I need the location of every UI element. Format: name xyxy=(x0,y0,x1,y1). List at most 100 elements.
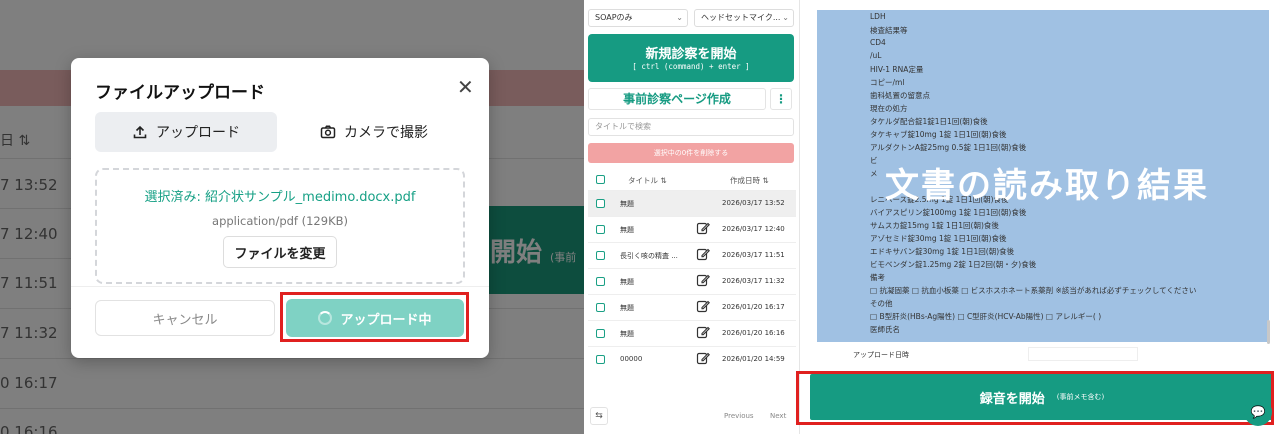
modal-title: ファイルアップロード xyxy=(95,83,265,103)
new-session-label: 新規診察を開始 xyxy=(645,47,737,62)
new-session-shortcut: [ ctrl (command) + enter ] xyxy=(632,62,750,71)
file-meta: application/pdf (129KB) xyxy=(212,214,348,228)
row-date: 2026/03/17 11:51 xyxy=(722,251,785,259)
pre-consult-page-button[interactable]: 事前診察ページ作成 xyxy=(588,88,766,110)
row-title: 無題 xyxy=(620,226,634,234)
scrollbar[interactable] xyxy=(1267,320,1270,344)
doc-line: /uL xyxy=(870,51,882,60)
chevron-down-icon: ⌄ xyxy=(782,13,789,22)
new-session-button[interactable]: 新規診察を開始 [ ctrl (command) + enter ] xyxy=(588,34,794,82)
upload-date-label: アップロード日時 xyxy=(853,351,909,359)
left-panel: 日 ⇅ 7 13:52 7 12:40 7 11:51 7 11:32 0 16… xyxy=(0,0,584,434)
doc-line: ビモベンダン錠1.25mg 2錠 1日2回(朝・夕)食後 xyxy=(870,260,1037,269)
tab-upload[interactable]: アップロード xyxy=(95,112,277,152)
doc-line: □ B型肝炎(HBs-Ag陽性) □ C型肝炎(HCV-Ab陽性) □ アレルギ… xyxy=(870,312,1102,321)
previous-button[interactable]: Previous xyxy=(724,412,754,420)
doc-line: LDH xyxy=(870,12,886,21)
row-checkbox[interactable] xyxy=(596,303,605,312)
row-title: 無題 xyxy=(620,330,634,338)
edit-icon[interactable] xyxy=(696,247,710,261)
tab-upload-label: アップロード xyxy=(156,125,240,141)
edit-icon[interactable] xyxy=(696,299,710,313)
right-panel: SOAPのみ ⌄ ヘッドセットマイク... ⌄ 新規診察を開始 [ ctrl (… xyxy=(584,0,1280,434)
doc-line: ビ xyxy=(870,156,878,165)
doc-line: 備考 xyxy=(870,273,885,282)
cancel-button[interactable]: キャンセル xyxy=(95,300,275,336)
doc-line: アゾセミド錠30mg 1錠 1日1回(朝)食後 xyxy=(870,234,1007,243)
doc-line: その他 xyxy=(870,299,893,308)
row-checkbox[interactable] xyxy=(596,199,605,208)
edit-icon[interactable] xyxy=(696,351,710,365)
table-row[interactable]: 無題 2026/03/17 12:40 xyxy=(588,216,796,242)
camera-icon xyxy=(320,125,336,139)
change-file-button[interactable]: ファイルを変更 xyxy=(223,236,337,268)
row-date: 2026/01/20 16:16 xyxy=(722,329,785,337)
more-icon[interactable]: ⋮ xyxy=(770,88,792,110)
row-date: 2026/01/20 14:59 xyxy=(722,355,785,363)
table-row[interactable]: 00000 2026/01/20 14:59 xyxy=(588,346,796,372)
upload-icon xyxy=(133,125,147,139)
doc-line: タケキャブ錠10mg 1錠 1日1回(朝)食後 xyxy=(870,130,1007,139)
tab-camera[interactable]: カメラで撮影 xyxy=(283,112,465,152)
mode-select[interactable]: SOAPのみ ⌄ xyxy=(588,9,688,27)
select-all-checkbox[interactable] xyxy=(596,175,605,184)
upload-date-field[interactable] xyxy=(1028,347,1138,361)
edit-icon[interactable] xyxy=(696,325,710,339)
selected-file-name: 選択済み: 紹介状サンプル_medimo.docx.pdf xyxy=(144,190,416,205)
next-button[interactable]: Next xyxy=(770,412,786,420)
close-icon[interactable]: ✕ xyxy=(457,75,474,99)
row-date: 2026/03/17 12:40 xyxy=(722,225,785,233)
table-row[interactable]: 無題 2026/03/17 11:32 xyxy=(588,268,796,294)
row-date: 2026/03/17 13:52 xyxy=(722,199,785,207)
row-checkbox[interactable] xyxy=(596,277,605,286)
doc-line: タケルダ配合錠1錠1日1回(朝)食後 xyxy=(870,117,988,126)
doc-line: 歯科処置の留意点 xyxy=(870,91,930,100)
doc-line: サムスカ錠15mg 1錠 1日1回(朝)食後 xyxy=(870,221,999,230)
column-date[interactable]: 作成日時 ⇅ xyxy=(730,175,769,186)
doc-line: メ xyxy=(870,169,878,178)
doc-line: 現在の処方 xyxy=(870,104,908,113)
column-title[interactable]: タイトル ⇅ xyxy=(628,175,667,186)
doc-line: アルダクトンA錠25mg 0.5錠 1日1回(朝)食後 xyxy=(870,143,1027,152)
highlight-box xyxy=(796,371,1274,425)
mic-select[interactable]: ヘッドセットマイク... ⌄ xyxy=(694,9,794,27)
document-preview: LDH 検査結果等 CD4 /uL HIV-1 RNA定量 コピー/ml 歯科処… xyxy=(817,10,1269,342)
modal-divider xyxy=(71,286,489,287)
row-title: 00000 xyxy=(620,355,643,363)
edit-icon[interactable] xyxy=(696,221,710,235)
doc-line: □ 抗凝固薬 □ 抗血小板薬 □ ビスホスホネート系薬剤 ※該当があれば必ずチェ… xyxy=(870,286,1197,295)
row-date: 2026/03/17 11:32 xyxy=(722,277,785,285)
chat-icon[interactable]: 💬 xyxy=(1244,398,1272,426)
swap-icon[interactable]: ⇆ xyxy=(590,407,608,425)
table-row[interactable]: 無題 2026/01/20 16:17 xyxy=(588,294,796,320)
doc-line: コピー/ml xyxy=(870,78,905,87)
table-row[interactable]: 無題 2026/03/17 13:52 xyxy=(588,190,796,216)
table-row[interactable]: 長引く咳の精査 ... 2026/03/17 11:51 xyxy=(588,242,796,268)
table-row[interactable]: 無題 2026/01/20 16:16 xyxy=(588,320,796,346)
row-checkbox[interactable] xyxy=(596,225,605,234)
tab-camera-label: カメラで撮影 xyxy=(344,125,428,141)
row-checkbox[interactable] xyxy=(596,251,605,260)
row-title: 無題 xyxy=(620,304,634,312)
row-checkbox[interactable] xyxy=(596,355,605,364)
doc-line: 検査結果等 xyxy=(870,26,908,35)
edit-icon[interactable] xyxy=(696,273,710,287)
doc-line: 医師氏名 xyxy=(870,325,900,334)
doc-line: バイアスピリン錠100mg 1錠 1日1回(朝)食後 xyxy=(870,208,1027,217)
document-panel: LDH 検査結果等 CD4 /uL HIV-1 RNA定量 コピー/ml 歯科処… xyxy=(800,0,1280,434)
row-title: 無題 xyxy=(620,200,634,208)
row-title: 無題 xyxy=(620,278,634,286)
doc-line: エドキサバン錠30mg 1錠 1日1回(朝)食後 xyxy=(870,247,1015,256)
mode-select-value: SOAPのみ xyxy=(595,13,633,22)
delete-selected-button[interactable]: 選択中の0件を削除する xyxy=(588,143,794,163)
row-checkbox[interactable] xyxy=(596,329,605,338)
row-date: 2026/01/20 16:17 xyxy=(722,303,785,311)
doc-line: CD4 xyxy=(870,38,886,47)
document-overlay-title: 文書の読み取り結果 xyxy=(885,166,1209,206)
file-drop-zone[interactable]: 選択済み: 紹介状サンプル_medimo.docx.pdf applicatio… xyxy=(95,168,465,284)
doc-line: HIV-1 RNA定量 xyxy=(870,65,924,74)
session-sidebar: SOAPのみ ⌄ ヘッドセットマイク... ⌄ 新規診察を開始 [ ctrl (… xyxy=(584,0,800,434)
table-header: タイトル ⇅ 作成日時 ⇅ xyxy=(588,170,796,190)
highlight-box xyxy=(280,292,469,342)
search-input[interactable]: タイトルで検索 xyxy=(588,118,794,136)
